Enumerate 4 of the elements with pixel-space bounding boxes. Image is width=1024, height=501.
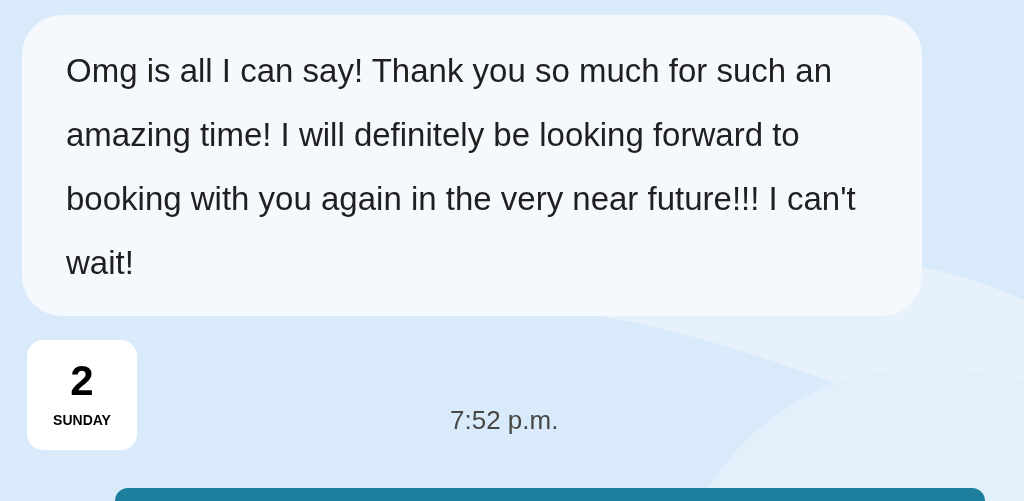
message-time: 7:52 p.m. [450,404,559,437]
message-text: Omg is all I can say! Thank you so much for such an amazing time! I will definitely be looking forward to booking with you again in the very near future!!! I can't wait! [66,51,857,283]
date-day: 2 [70,359,94,402]
weekday-label: SUNDAY [53,410,111,430]
